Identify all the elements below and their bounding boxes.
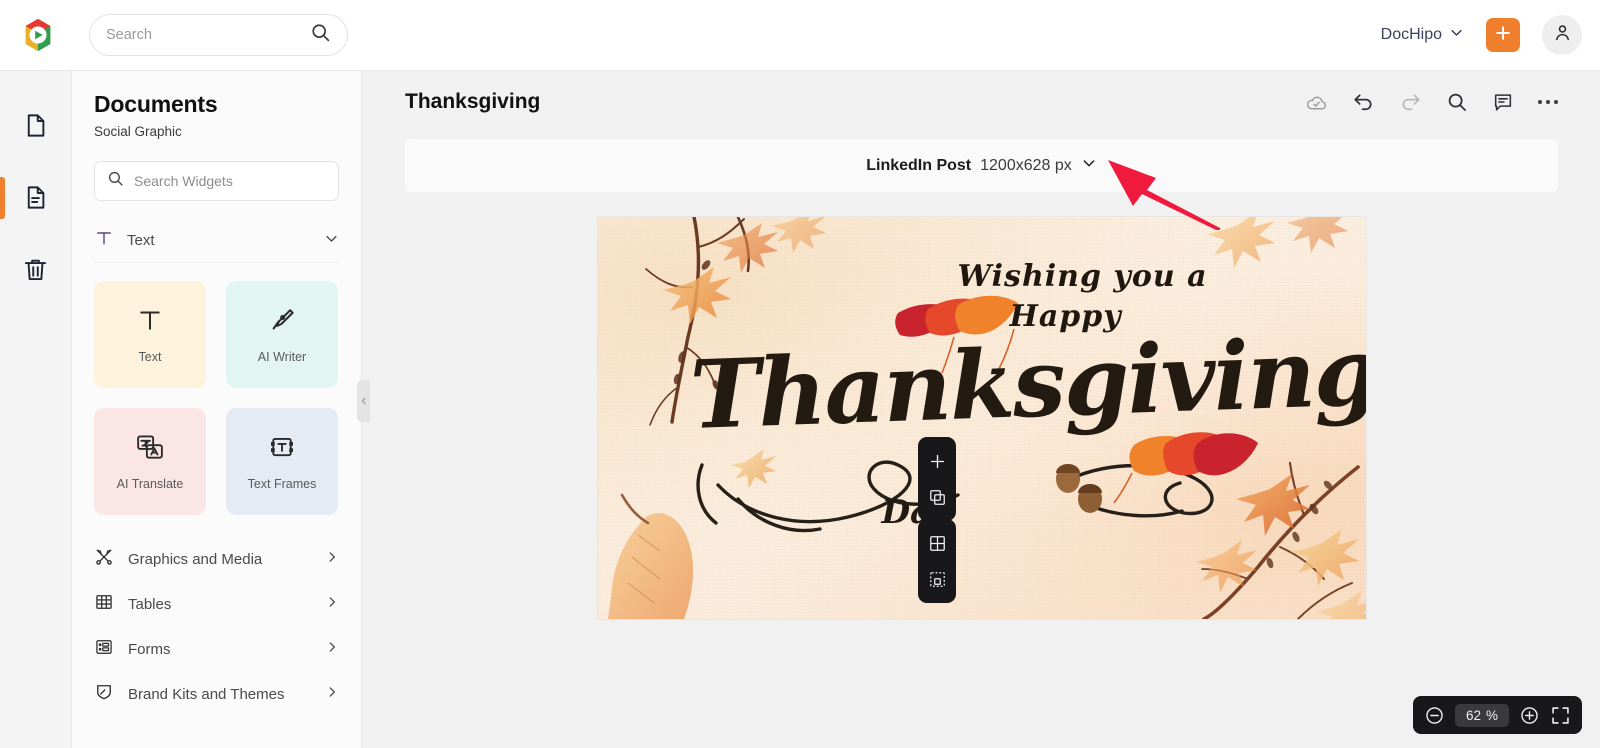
menu-item-graphics-and-media[interactable]: Graphics and Media	[94, 537, 339, 582]
plus-icon	[1493, 23, 1513, 48]
panel-title: Documents	[94, 91, 218, 117]
form-icon	[94, 637, 114, 662]
add-page-icon[interactable]	[918, 446, 956, 476]
widget-card-label: AI Translate	[116, 477, 184, 491]
crop-select-icon[interactable]	[918, 564, 956, 594]
table-grid-icon	[94, 592, 114, 617]
create-new-button[interactable]	[1486, 18, 1520, 52]
menu-item-label: Graphics and Media	[128, 551, 263, 568]
panel-menu-list: Graphics and Media Tables Forms Brand Ki…	[94, 537, 339, 717]
dochipo-logo-icon[interactable]	[18, 15, 58, 55]
editor-main-area: Thanksgiving LinkedIn Post 1200x628 px W…	[363, 71, 1600, 748]
panel-collapse-handle[interactable]	[357, 380, 370, 422]
pen-nib-icon	[267, 305, 297, 340]
canvas-size-name: LinkedIn Post	[866, 156, 972, 174]
search-icon[interactable]	[1446, 91, 1468, 113]
cloud-check-icon[interactable]	[1305, 91, 1328, 114]
topbar-right-group: DocHipo	[1381, 15, 1600, 55]
workspace-menu[interactable]: DocHipo	[1381, 25, 1464, 45]
editor-toolbar	[1305, 91, 1558, 114]
fullscreen-button[interactable]	[1550, 705, 1571, 726]
top-navigation-bar: DocHipo	[0, 0, 1600, 71]
search-icon	[310, 22, 331, 48]
menu-item-forms[interactable]: Forms	[94, 627, 339, 672]
widget-card-text-frames[interactable]: Text Frames	[226, 408, 338, 515]
canvas-headline-text[interactable]: Thanksgiving	[688, 317, 1366, 451]
rail-item-trash[interactable]	[0, 233, 72, 305]
menu-item-brand-kits-and-themes[interactable]: Brand Kits and Themes	[94, 672, 339, 717]
zoom-controls: 62 %	[1413, 696, 1582, 734]
editor-header: Thanksgiving	[363, 71, 1600, 133]
document-title: Thanksgiving	[405, 90, 541, 113]
zoom-level-display[interactable]: 62 %	[1455, 703, 1509, 727]
zoom-in-button[interactable]	[1519, 705, 1540, 726]
panel-subtitle: Social Graphic	[94, 124, 182, 139]
canvas-size-dimensions: 1200x628 px	[980, 156, 1072, 174]
ellipsis-icon[interactable]	[1538, 100, 1558, 104]
chevron-right-icon	[325, 640, 339, 659]
text-t-icon	[94, 228, 114, 253]
undo-arrow-icon[interactable]	[1352, 91, 1375, 114]
chevron-down-icon	[1081, 155, 1097, 176]
zoom-unit: %	[1486, 707, 1499, 723]
canvas-page-toolbar	[918, 437, 956, 521]
workspace-label: DocHipo	[1380, 26, 1442, 43]
rail-item-blank-page[interactable]	[0, 89, 72, 161]
canvas-viewport: Wishing you a Happy Thanksgiving Day	[363, 217, 1600, 619]
graphics-media-icon	[94, 547, 114, 572]
chevron-right-icon	[325, 595, 339, 614]
account-button[interactable]	[1542, 15, 1582, 55]
text-t-icon	[135, 305, 165, 340]
dochipo-editor-app: DocHipo	[0, 0, 1600, 748]
comment-icon[interactable]	[1492, 91, 1514, 113]
widget-card-label: Text	[138, 350, 162, 364]
zoom-value: 62	[1465, 707, 1481, 723]
menu-item-label: Tables	[128, 596, 172, 613]
menu-item-tables[interactable]: Tables	[94, 582, 339, 627]
menu-item-label: Forms	[128, 641, 171, 658]
section-text-header[interactable]: Text	[94, 223, 339, 263]
widget-card-label: AI Writer	[257, 350, 307, 364]
widget-card-ai-translate[interactable]: AI Translate	[94, 408, 206, 515]
user-avatar-icon	[1552, 22, 1573, 48]
widgets-panel: Documents Social Graphic Text	[72, 71, 362, 748]
zoom-out-button[interactable]	[1424, 705, 1445, 726]
menu-item-label: Brand Kits and Themes	[128, 686, 285, 703]
widget-card-label: Text Frames	[247, 477, 317, 491]
search-widgets-input[interactable]	[134, 173, 326, 189]
section-text-label: Text	[127, 232, 155, 249]
search-icon	[107, 170, 124, 192]
widget-card-ai-writer[interactable]: AI Writer	[226, 281, 338, 388]
text-frame-icon	[267, 432, 297, 467]
canvas-view-toolbar	[918, 519, 956, 603]
chevron-right-icon	[325, 685, 339, 704]
translate-icon	[135, 432, 165, 467]
rail-item-documents[interactable]	[0, 161, 72, 233]
chevron-right-icon	[325, 550, 339, 569]
chevron-down-icon	[324, 231, 339, 251]
redo-arrow-icon[interactable]	[1399, 91, 1422, 114]
canvas-size-selector[interactable]: LinkedIn Post 1200x628 px	[405, 139, 1558, 192]
widget-card-text[interactable]: Text	[94, 281, 206, 388]
design-canvas[interactable]: Wishing you a Happy Thanksgiving Day	[597, 217, 1366, 619]
canvas-text-line1[interactable]: Wishing you a	[958, 259, 1208, 294]
chevron-down-icon	[1449, 25, 1464, 45]
global-search-box[interactable]	[89, 14, 348, 56]
brand-kit-icon	[94, 682, 114, 707]
search-input[interactable]	[106, 27, 310, 43]
widget-search-box[interactable]	[94, 161, 339, 201]
duplicate-page-icon[interactable]	[918, 482, 956, 512]
widget-cards-grid: Text AI Writer AI Translate Text Frames	[94, 281, 339, 515]
left-icon-rail	[0, 71, 72, 748]
grid-icon[interactable]	[918, 528, 956, 558]
